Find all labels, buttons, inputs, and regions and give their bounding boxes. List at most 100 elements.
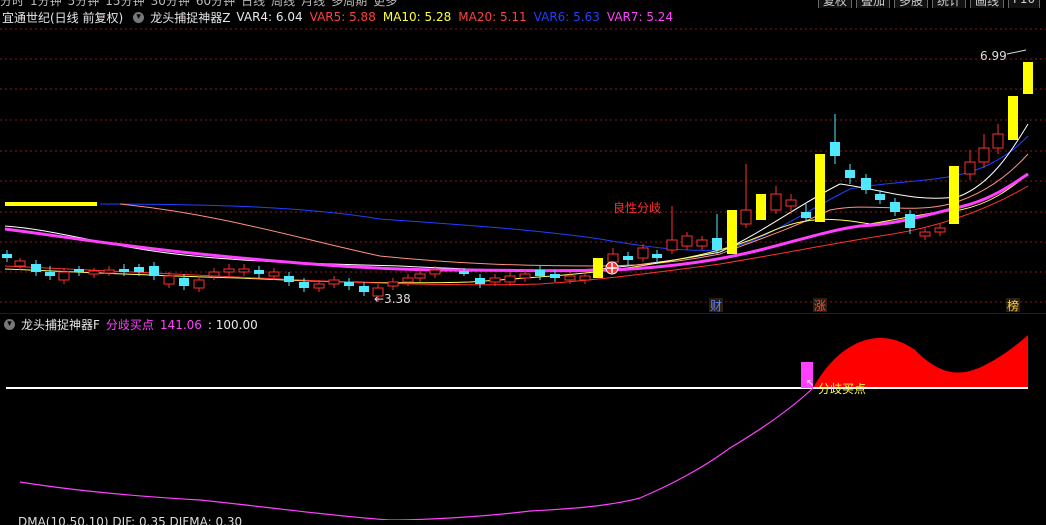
period-tab-8[interactable]: 月线 [301,0,325,8]
period-tab-1[interactable]: 1分钟 [30,0,62,8]
candle [652,254,662,258]
signal-candle [949,166,959,224]
candle [712,238,722,250]
candle [489,277,501,283]
event-marker-1[interactable]: 涨 [814,298,826,313]
candle [179,278,189,286]
candle [607,253,619,263]
candle [770,193,782,211]
pattern-annotation: 良性分歧 [613,200,661,215]
signal-candle [593,258,603,278]
dma-indicator-row: DMA(10,50,10) DIF: 0.35 DIFMA: 0.30 [0,517,1046,525]
period-tab-3[interactable]: 15分钟 [105,0,144,8]
period-tab-5[interactable]: 60分钟 [196,0,235,8]
price-high-label: 6.99 [980,49,1007,63]
signal-candle [1008,96,1018,140]
candle [74,269,84,272]
period-tab-7[interactable]: 周线 [271,0,295,8]
ma-magenta-line [4,172,1029,273]
candle [919,231,931,237]
signal-candle [1023,62,1033,94]
candle [193,279,205,289]
candle [740,209,752,225]
candle [785,199,797,207]
period-tab-9[interactable]: 多周期 [331,0,367,8]
candle [103,269,115,274]
event-marker-0[interactable]: 财 [710,299,722,313]
toolbar-button-3[interactable]: 统计 [932,0,967,8]
candle [681,235,693,247]
candle [31,264,41,272]
signal-candle [756,194,766,220]
toolbar-button-0[interactable]: 复权 [818,0,853,8]
red-area-fill [813,335,1028,388]
candle [519,273,531,279]
candle [992,133,1004,149]
toolbar-button-4[interactable]: 画线 [970,0,1005,8]
candle [475,278,485,284]
candle [550,274,560,278]
period-tab-0[interactable]: 分时 [0,0,24,8]
period-tab-10[interactable]: 更多 [373,0,397,8]
candlestick-chart[interactable]: 6.99 ←3.38 良性分歧财 涨 榜 [0,14,1046,314]
candle [637,247,649,259]
candle [890,202,900,212]
buy-point-arrow: ↖ [806,378,814,389]
candle [978,147,990,163]
candle [459,271,469,274]
signal-candle [727,210,737,254]
price-low-label: ←3.38 [374,292,411,306]
candle [387,281,399,287]
candle [328,279,340,285]
period-tab-6[interactable]: 日线 [241,0,265,8]
candle [254,270,264,274]
candle [163,275,175,285]
event-marker-2[interactable]: 榜 [1007,298,1019,313]
period-tab-4[interactable]: 30分钟 [151,0,190,8]
candle [429,269,441,275]
candle [2,254,12,258]
toolbar-button-2[interactable]: 多股 [894,0,929,8]
indicator-line [19,387,814,520]
candle [402,277,414,283]
candle [666,239,678,251]
candle [208,271,220,277]
candle [830,142,840,156]
period-tab-2[interactable]: 5分钟 [68,0,100,8]
indicator-settings-icon[interactable]: ▾ [4,319,15,330]
candle [696,239,708,247]
candle [579,275,591,281]
candle [238,268,250,273]
candle [964,161,976,175]
candle [134,267,144,272]
buy-point-label: 分歧买点 [818,382,866,396]
candle [535,270,545,276]
candle [801,212,811,218]
dma-legend: DMA(10,50,10) DIF: 0.35 DIFMA: 0.30 [18,517,243,525]
toolbar-button-5[interactable]: F10 [1008,0,1041,8]
candle [861,178,871,190]
candle [934,227,946,233]
candle [875,194,885,200]
candle [564,275,576,281]
signal-candle [815,154,825,222]
candle [905,214,915,228]
candle [313,283,325,289]
candle [14,260,26,267]
candle [359,286,369,292]
toolbar-button-1[interactable]: 叠加 [856,0,891,8]
candle [414,273,426,279]
candle [58,271,70,281]
candle [45,272,55,276]
candle [623,256,633,260]
candle [88,270,100,275]
indicator-chart[interactable]: 分歧买点 ↖ [0,330,1046,520]
candle [149,266,159,276]
price-high-pointer [1006,49,1027,55]
candle [845,170,855,178]
candle [504,275,516,283]
candle [284,276,294,282]
candle [223,268,235,273]
candle [268,271,280,277]
period-tab-bar: 分时 1分钟 5分钟 15分钟 30分钟 60分钟 日线 周线 月线 多周期 更多 复权 叠加 多股 统计… [0,0,1046,8]
